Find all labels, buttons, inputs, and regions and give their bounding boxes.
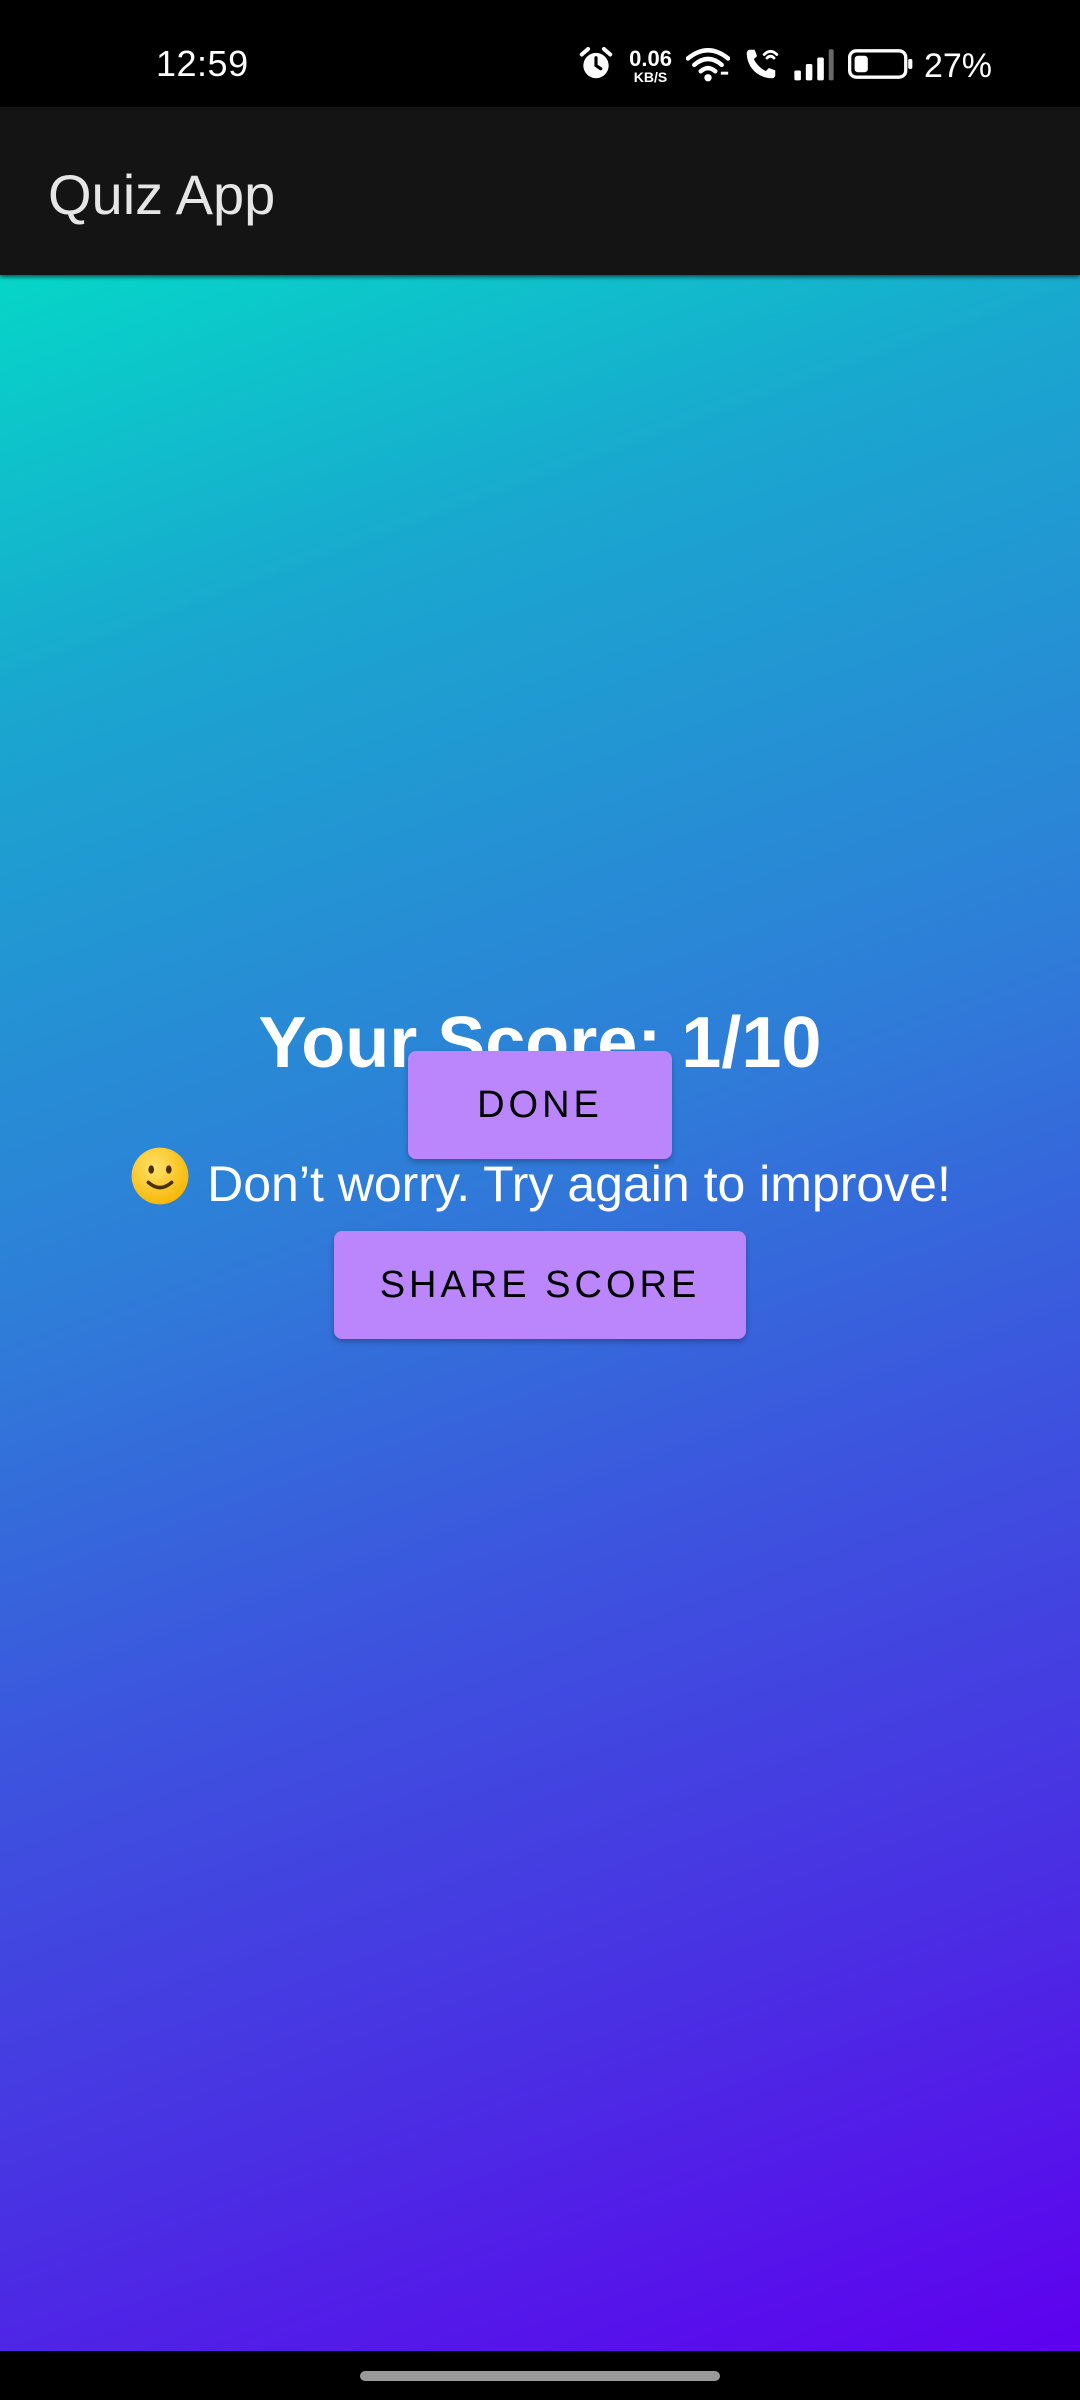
app-bar: Quiz App	[0, 107, 1080, 275]
feedback-text: Don’t worry. Try again to improve!	[207, 1155, 951, 1212]
battery: 27%	[847, 46, 992, 86]
network-speed: 0.06 KB/S	[629, 46, 672, 85]
status-icons: 0.06 KB/S 27%	[577, 44, 992, 88]
battery-percent: 27%	[923, 46, 992, 85]
wifi-calling-icon	[742, 45, 780, 88]
navigation-bar	[0, 2351, 1080, 2400]
share-score-button[interactable]: SHARE SCORE	[334, 1231, 746, 1339]
status-time: 12:59	[156, 43, 249, 84]
battery-icon	[847, 47, 914, 86]
app-title: Quiz App	[48, 163, 276, 226]
done-button[interactable]: DONE	[408, 1051, 672, 1159]
wifi-icon	[685, 45, 731, 88]
smiley-icon	[129, 1145, 191, 1222]
network-speed-unit: KB/S	[633, 69, 668, 85]
share-score-button-label: SHARE SCORE	[379, 1263, 701, 1306]
alarm-icon	[577, 45, 615, 88]
status-bar: 12:59 0.06 KB/S 27%	[0, 0, 1080, 107]
home-indicator[interactable]	[360, 2371, 720, 2381]
done-button-label: DONE	[477, 1083, 603, 1126]
network-speed-value: 0.06	[629, 46, 672, 71]
signal-icon	[792, 46, 836, 87]
